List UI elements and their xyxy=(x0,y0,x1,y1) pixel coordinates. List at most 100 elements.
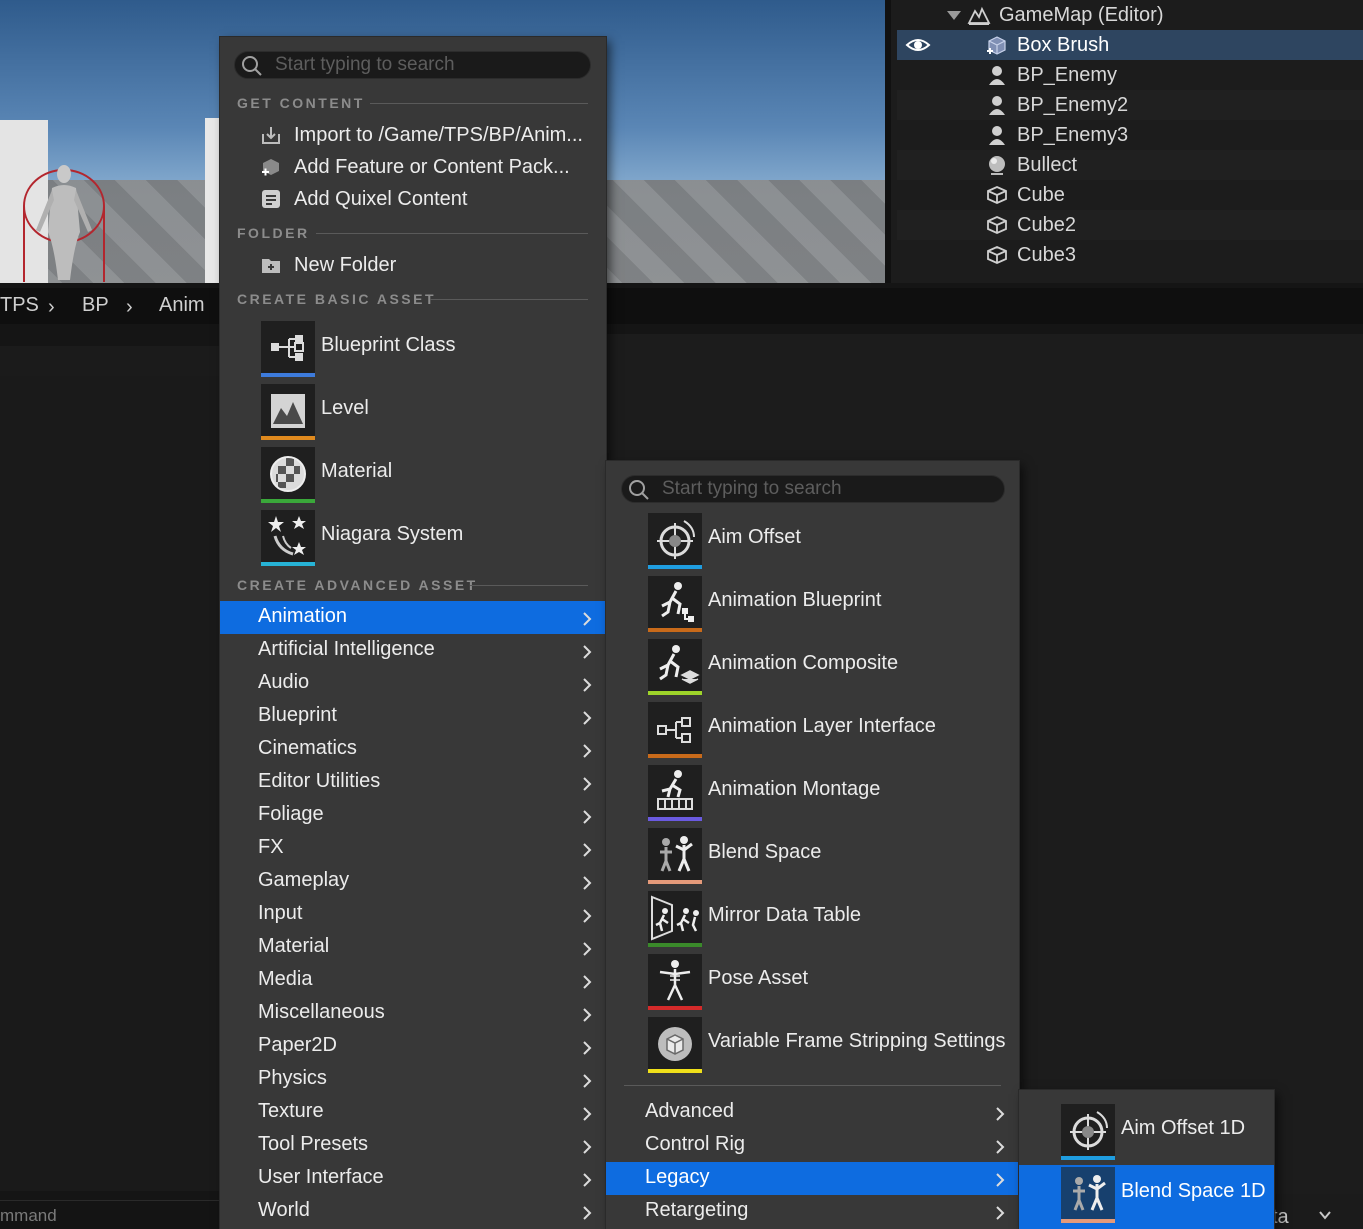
menu-search-box[interactable] xyxy=(234,51,591,79)
submenu-divider xyxy=(624,1085,1001,1086)
chevron-right-icon xyxy=(580,610,594,626)
chevron-right-icon xyxy=(993,1171,1007,1187)
asset-pose-asset[interactable]: Pose Asset xyxy=(648,952,1008,1015)
category-label: Audio xyxy=(258,671,310,693)
category-label: Editor Utilities xyxy=(258,770,381,792)
outliner-row-label: BP_Enemy2 xyxy=(1017,93,1129,116)
asset-animation-montage[interactable]: Animation Montage xyxy=(648,763,1008,826)
asset-blend-space-1d[interactable]: Blend Space 1D xyxy=(1061,1165,1266,1228)
chevron-down-icon[interactable] xyxy=(1318,1208,1332,1222)
asset-label: Animation Montage xyxy=(708,778,881,800)
category-foliage[interactable]: Foliage xyxy=(220,799,606,832)
submenu-label: Legacy xyxy=(645,1166,710,1188)
asset-level[interactable]: Level xyxy=(261,382,581,445)
outliner-row-label: BP_Enemy xyxy=(1017,63,1118,86)
mannequin-character[interactable] xyxy=(14,160,114,282)
asset-animation-layer-interface[interactable]: Animation Layer Interface xyxy=(648,700,1008,763)
mirror-data-table-icon xyxy=(648,891,702,945)
world-outliner: GameMap (Editor) Box Brush BP_Enemy BP_E… xyxy=(885,0,1363,283)
asset-niagara-system[interactable]: Niagara System xyxy=(261,508,581,571)
visibility-eye-icon[interactable] xyxy=(905,35,931,55)
asset-aim-offset[interactable]: Aim Offset xyxy=(648,511,1008,574)
category-physics[interactable]: Physics xyxy=(220,1063,606,1096)
expand-arrow-icon[interactable] xyxy=(947,10,961,20)
outliner-row-label: Cube3 xyxy=(1017,243,1076,266)
asset-animation-composite[interactable]: Animation Composite xyxy=(648,637,1008,700)
submenu-search-input[interactable] xyxy=(662,476,994,502)
submenu-legacy[interactable]: Legacy xyxy=(606,1162,1019,1195)
asset-color-bar xyxy=(648,943,702,947)
breadcrumb-anim[interactable]: Anim xyxy=(159,294,205,317)
add-new-asset-menu: GET CONTENT Import to /Game/TPS/BP/Anim.… xyxy=(220,37,606,1229)
asset-variable-frame-stripping[interactable]: Variable Frame Stripping Settings xyxy=(648,1015,1008,1078)
chevron-right-icon xyxy=(580,1006,594,1022)
menu-search-input[interactable] xyxy=(275,52,580,78)
outliner-row-bullect[interactable]: Bullect xyxy=(897,150,1363,180)
blend-space-1d-icon xyxy=(1061,1167,1115,1221)
pawn-icon xyxy=(989,96,1005,115)
chevron-right-icon xyxy=(580,907,594,923)
asset-aim-offset-1d[interactable]: Aim Offset 1D xyxy=(1061,1102,1266,1165)
category-miscellaneous[interactable]: Miscellaneous xyxy=(220,997,606,1030)
outliner-row-cube2[interactable]: Cube2 xyxy=(897,210,1363,240)
category-world[interactable]: World xyxy=(220,1195,606,1228)
submenu-advanced[interactable]: Advanced xyxy=(606,1096,1019,1129)
section-get-content: GET CONTENT xyxy=(237,95,365,111)
outliner-row-label: BP_Enemy3 xyxy=(1017,123,1129,146)
submenu-search-box[interactable] xyxy=(621,475,1005,503)
pawn-icon xyxy=(989,126,1005,145)
category-label: Artificial Intelligence xyxy=(258,638,435,660)
category-editor-utilities[interactable]: Editor Utilities xyxy=(220,766,606,799)
outliner-row-cube[interactable]: Cube xyxy=(897,180,1363,210)
outliner-row-level[interactable]: GameMap (Editor) xyxy=(897,0,1363,30)
frame-stripping-icon xyxy=(648,1017,702,1071)
submenu-control-rig[interactable]: Control Rig xyxy=(606,1129,1019,1162)
asset-blend-space[interactable]: Blend Space xyxy=(648,826,1008,889)
outliner-row-bp-enemy3[interactable]: BP_Enemy3 xyxy=(897,120,1363,150)
asset-color-bar xyxy=(648,817,702,821)
asset-animation-blueprint[interactable]: Animation Blueprint xyxy=(648,574,1008,637)
category-label: Tool Presets xyxy=(258,1133,369,1155)
asset-material[interactable]: Material xyxy=(261,445,581,508)
submenu-retargeting[interactable]: Retargeting xyxy=(606,1195,1019,1228)
category-blueprint[interactable]: Blueprint xyxy=(220,700,606,733)
outliner-row-box-brush[interactable]: Box Brush xyxy=(897,30,1363,60)
category-cinematics[interactable]: Cinematics xyxy=(220,733,606,766)
asset-blueprint-class[interactable]: Blueprint Class xyxy=(261,319,581,382)
asset-label: Aim Offset 1D xyxy=(1121,1117,1246,1139)
category-user-interface[interactable]: User Interface xyxy=(220,1162,606,1195)
outliner-row-bp-enemy[interactable]: BP_Enemy xyxy=(897,60,1363,90)
level-icon xyxy=(967,6,991,25)
category-label: Media xyxy=(258,968,313,990)
animation-blueprint-icon xyxy=(648,576,702,630)
asset-mirror-data-table[interactable]: Mirror Data Table xyxy=(648,889,1008,952)
chevron-right-icon xyxy=(580,940,594,956)
aim-offset-1d-icon xyxy=(1061,1104,1115,1158)
feature-pack-icon xyxy=(262,159,279,176)
category-gameplay[interactable]: Gameplay xyxy=(220,865,606,898)
chevron-right-icon xyxy=(580,676,594,692)
category-material[interactable]: Material xyxy=(220,931,606,964)
breadcrumb-bp[interactable]: BP xyxy=(82,294,109,317)
outliner-row-bp-enemy2[interactable]: BP_Enemy2 xyxy=(897,90,1363,120)
static-mesh-icon xyxy=(987,216,1007,234)
breadcrumb-tps[interactable]: TPS xyxy=(0,294,39,317)
category-audio[interactable]: Audio xyxy=(220,667,606,700)
section-create-basic: CREATE BASIC ASSET xyxy=(237,291,437,307)
category-input[interactable]: Input xyxy=(220,898,606,931)
category-tool-presets[interactable]: Tool Presets xyxy=(220,1129,606,1162)
category-animation[interactable]: Animation xyxy=(220,601,606,634)
chevron-right-icon xyxy=(580,1039,594,1055)
category-media[interactable]: Media xyxy=(220,964,606,997)
outliner-row-cube3[interactable]: Cube3 xyxy=(897,240,1363,270)
content-browser-sources-panel[interactable] xyxy=(0,376,220,1191)
outliner-row-label: Cube2 xyxy=(1017,213,1076,236)
chevron-right-icon xyxy=(580,742,594,758)
pose-asset-icon xyxy=(648,954,702,1008)
category-fx[interactable]: FX xyxy=(220,832,606,865)
category-artificial-intelligence[interactable]: Artificial Intelligence xyxy=(220,634,606,667)
category-paper2d[interactable]: Paper2D xyxy=(220,1030,606,1063)
console-command-input[interactable]: mmand xyxy=(0,1206,57,1226)
category-texture[interactable]: Texture xyxy=(220,1096,606,1129)
legacy-submenu: Aim Offset 1D Blend Space 1D xyxy=(1019,1090,1274,1229)
